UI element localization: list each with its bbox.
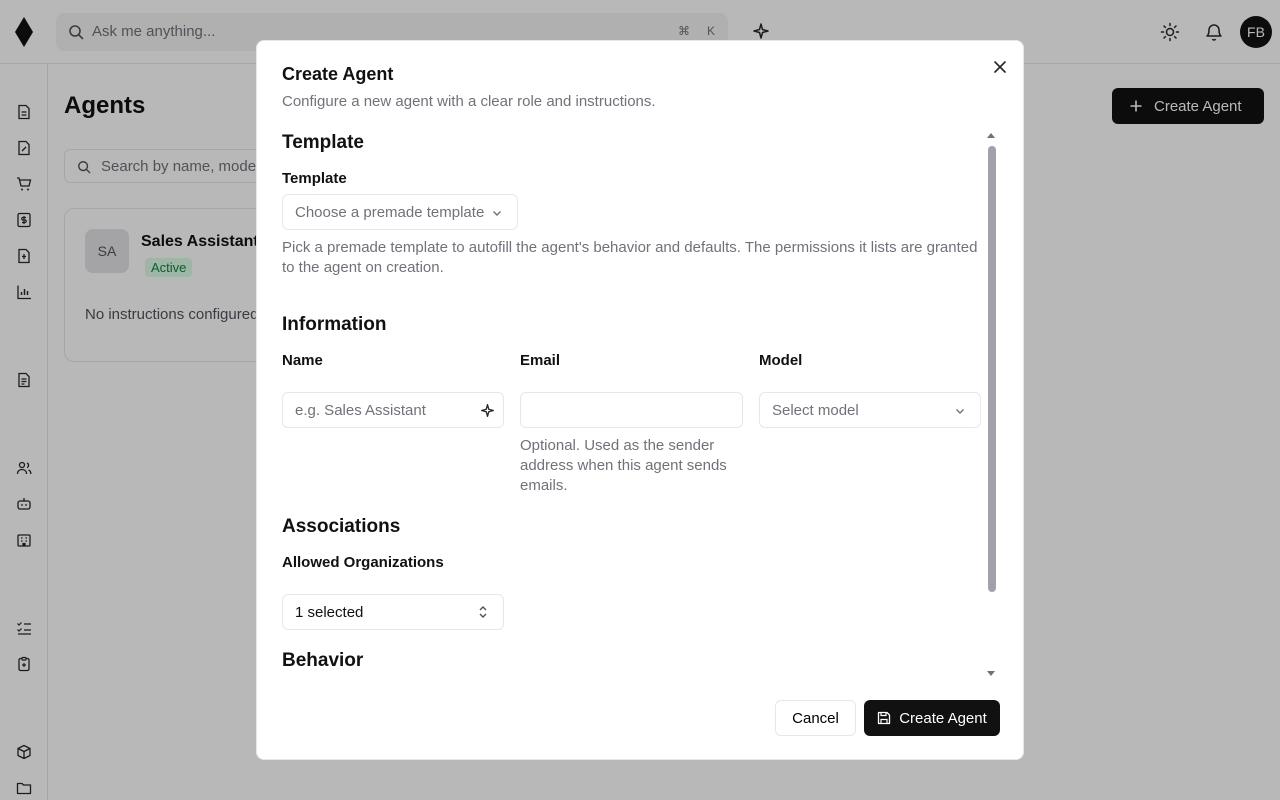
allowed-organizations-value: 1 selected xyxy=(295,604,364,621)
chevron-down-icon xyxy=(491,207,503,219)
scroll-down-arrow[interactable] xyxy=(987,671,995,676)
email-field[interactable] xyxy=(520,392,743,428)
create-agent-submit-button[interactable]: Create Agent xyxy=(864,700,1000,736)
behavior-section-heading: Behavior xyxy=(282,650,364,671)
template-select[interactable]: Choose a premade template xyxy=(282,194,518,230)
ai-generate-sparkle-icon[interactable] xyxy=(480,403,495,418)
template-label: Template xyxy=(282,170,347,187)
email-label: Email xyxy=(520,352,561,369)
cancel-button[interactable]: Cancel xyxy=(775,700,856,736)
model-label: Model xyxy=(759,352,803,369)
chevron-down-icon xyxy=(954,405,966,417)
scrollbar-thumb[interactable] xyxy=(988,146,996,592)
save-icon xyxy=(877,711,891,725)
template-select-placeholder: Choose a premade template xyxy=(295,204,485,221)
name-placeholder: e.g. Sales Assistant xyxy=(295,402,426,419)
email-help-text: Optional. Used as the sender address whe… xyxy=(520,437,727,494)
create-agent-submit-label: Create Agent xyxy=(899,709,987,727)
name-field[interactable]: e.g. Sales Assistant xyxy=(282,392,504,428)
template-section-heading: Template xyxy=(282,132,365,153)
model-select[interactable]: Select model xyxy=(759,392,981,428)
information-section-heading: Information xyxy=(282,314,387,335)
chevrons-up-down-icon xyxy=(477,605,489,619)
allowed-organizations-label: Allowed Organizations xyxy=(282,554,444,571)
template-help-text: Pick a premade template to autofill the … xyxy=(282,239,978,276)
dialog-scroll-area[interactable]: Template Template Choose a premade templ… xyxy=(282,127,1000,675)
create-agent-dialog: Create Agent Configure a new agent with … xyxy=(256,40,1024,760)
associations-section-heading: Associations xyxy=(282,516,401,537)
name-label: Name xyxy=(282,352,323,369)
dialog-title: Create Agent xyxy=(282,64,394,84)
allowed-organizations-select[interactable]: 1 selected xyxy=(282,594,504,630)
model-select-placeholder: Select model xyxy=(772,402,859,419)
dialog-description: Configure a new agent with a clear role … xyxy=(282,93,656,110)
scroll-up-arrow[interactable] xyxy=(987,133,995,138)
close-icon[interactable] xyxy=(991,58,1009,76)
